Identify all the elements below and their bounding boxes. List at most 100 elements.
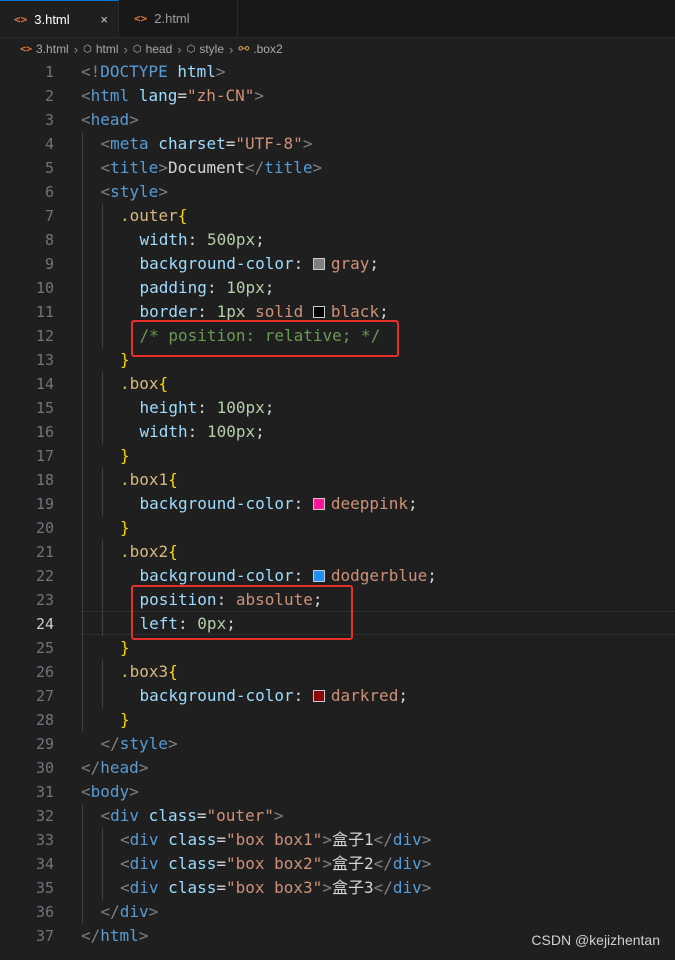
code-line: }	[120, 348, 130, 372]
code-line: <div class="outer">	[101, 804, 284, 828]
code-token: :	[293, 686, 313, 705]
code-token: DOCTYPE	[100, 62, 168, 81]
line-number: 21	[35, 543, 54, 561]
color-swatch[interactable]	[312, 690, 325, 702]
code-line: </html>	[81, 924, 148, 948]
code-token: div	[110, 806, 140, 825]
code-token: <	[81, 110, 91, 129]
code-line: height: 100px;	[140, 396, 275, 420]
element-cube-icon: ⬡	[83, 43, 92, 55]
code-token: div	[392, 878, 422, 897]
tab-3-html[interactable]: <> 3.html ×	[0, 0, 119, 37]
indent-guide	[101, 372, 103, 444]
code-token: >	[167, 734, 178, 753]
code-token: border	[139, 302, 198, 321]
code-line: }	[120, 516, 130, 540]
code-line: background-color: deeppink;	[140, 492, 418, 516]
code-token: solid	[245, 302, 313, 321]
code-token: width	[139, 422, 188, 441]
breadcrumb-item-style[interactable]: style	[199, 42, 224, 56]
breadcrumb-item-html[interactable]: html	[96, 42, 119, 56]
code-token: 10px	[226, 278, 265, 297]
line-number: 17	[35, 447, 54, 465]
code-token: </	[100, 734, 120, 753]
code-token: ;	[379, 302, 389, 321]
color-swatch[interactable]	[312, 258, 325, 270]
code-token: div	[119, 902, 149, 921]
code-token: {	[168, 662, 178, 681]
code-token: 盒子2	[331, 854, 374, 873]
indent-guide	[101, 540, 103, 636]
code-token: ;	[369, 254, 380, 273]
line-number: 31	[35, 783, 54, 801]
code-token: width	[139, 230, 188, 249]
line-number: 18	[35, 471, 54, 489]
code-token: </	[81, 926, 101, 945]
line-number: 30	[35, 759, 54, 777]
line-number: 9	[44, 255, 54, 273]
color-swatch[interactable]	[312, 498, 325, 510]
code-token: <	[120, 854, 130, 873]
code-line: padding: 10px;	[140, 276, 275, 300]
html-file-icon: <>	[14, 12, 28, 26]
code-token: html	[90, 86, 130, 105]
highlight-box-position	[131, 585, 353, 640]
line-number: 3	[44, 111, 54, 129]
tab-2-html[interactable]: <> 2.html	[120, 0, 238, 37]
line-number: 28	[35, 711, 54, 729]
code-token: .box2	[120, 542, 169, 561]
watermark: CSDN @kejizhentan	[531, 932, 660, 948]
code-token: >	[421, 830, 432, 849]
code-line: .box3{	[120, 660, 178, 684]
line-number: 25	[35, 639, 54, 657]
code-token: <	[100, 806, 111, 825]
code-token: >	[421, 854, 432, 873]
code-token: <	[100, 158, 111, 177]
code-token: ;	[264, 278, 275, 297]
breadcrumb-item-head[interactable]: head	[146, 42, 173, 56]
code-token: :	[197, 398, 217, 417]
code-line: <style>	[101, 180, 168, 204]
code-line: background-color: darkred;	[140, 684, 408, 708]
code-token: .box	[120, 374, 159, 393]
chevron-right-icon: ›	[73, 41, 79, 57]
chevron-right-icon: ›	[229, 41, 234, 57]
code-line: <html lang="zh-CN">	[81, 84, 264, 108]
color-swatch[interactable]	[312, 570, 325, 582]
code-token: </	[81, 758, 101, 777]
code-token: >	[302, 134, 313, 153]
code-token: =	[225, 134, 236, 153]
line-number: 35	[35, 879, 54, 897]
breadcrumb-item-file[interactable]: 3.html	[36, 42, 69, 56]
code-token: }	[120, 518, 130, 537]
code-token: 500px	[206, 230, 256, 249]
code-token: ;	[407, 494, 418, 513]
code-token: div	[392, 854, 422, 873]
code-token: class	[139, 806, 197, 825]
line-number: 37	[35, 927, 54, 945]
line-number: 10	[35, 279, 54, 297]
breadcrumb-item-box2[interactable]: .box2	[253, 42, 282, 56]
code-token: .box1	[120, 470, 169, 489]
css-property-icon: ⚯	[238, 41, 250, 56]
code-token: style	[110, 182, 159, 201]
code-token: "box box1"	[225, 830, 323, 849]
line-number: 24	[35, 615, 54, 633]
code-token: >	[312, 158, 323, 177]
code-editor[interactable]: 1 2 3 4 5 6 7 8 9 10 11 12 13 14 15 16 17 18 19 20 21 22 23 24 2…	[0, 59, 675, 960]
code-token: darkred	[330, 686, 399, 705]
close-icon[interactable]: ×	[100, 12, 108, 27]
code-line: .box2{	[120, 540, 178, 564]
indent-guide	[101, 204, 103, 348]
code-token: <	[100, 134, 111, 153]
indent-guide	[82, 132, 83, 732]
code-line: }	[120, 708, 130, 732]
code-token: }	[120, 350, 130, 369]
line-number: 29	[35, 735, 54, 753]
color-swatch[interactable]	[312, 306, 325, 318]
code-token: div	[129, 830, 159, 849]
code-token: >	[322, 854, 332, 873]
line-number: 6	[44, 183, 54, 201]
line-number: 11	[35, 303, 54, 321]
code-token: :	[293, 566, 313, 585]
